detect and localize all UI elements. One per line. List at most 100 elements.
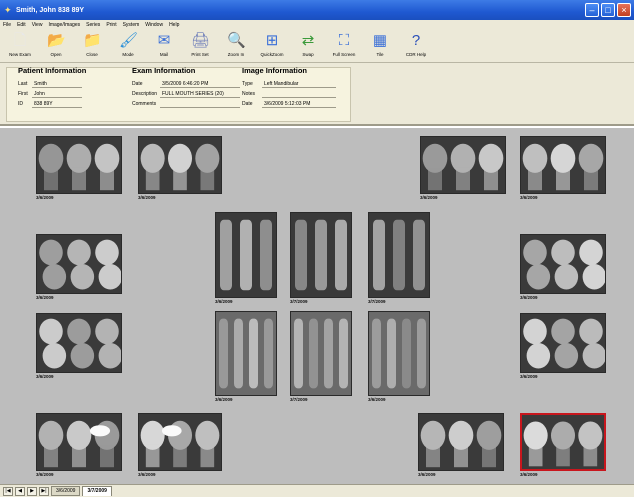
tool-print-set-button[interactable]: 🖨 Print Set (182, 29, 218, 63)
app-icon: ✦ (4, 4, 12, 15)
xray-image[interactable] (36, 313, 122, 373)
maximize-button[interactable]: □ (601, 3, 615, 17)
tab-3-6-2009[interactable]: 3/6/2009 (51, 486, 81, 496)
patient-value-id: 838 89Y (32, 100, 82, 108)
patient-label-id: ID (18, 101, 23, 107)
xray-date-label: 3/6/2009 (418, 472, 436, 477)
tool-swap-button[interactable]: ⇄ Swap (290, 29, 326, 63)
xray-image[interactable] (520, 413, 606, 471)
exam-label-comments: Comments (132, 101, 157, 107)
zoom-in-icon: 🔍 (227, 32, 246, 49)
tool-label: Swap (302, 52, 314, 57)
xray-date-label: 3/6/2009 (36, 472, 54, 477)
menu-imageimages[interactable]: Image/Images (48, 22, 80, 28)
exam-row: Comments (132, 99, 240, 109)
tile-icon: ▦ (372, 32, 388, 49)
tab-3-7-2009[interactable]: 3/7/2009 (82, 486, 112, 496)
menu-file[interactable]: File (3, 22, 11, 28)
xray-image[interactable] (520, 234, 606, 294)
tool-label: Mail (159, 52, 169, 57)
window-title: Smith, John 838 89Y (16, 6, 85, 14)
xray-date-label: 3/6/2009 (420, 195, 438, 200)
xray-image[interactable] (138, 413, 222, 471)
menu-help[interactable]: Help (169, 22, 179, 28)
exam-value-comments (160, 100, 240, 108)
xray-image[interactable] (368, 212, 430, 298)
tool-zoom-in-button[interactable]: 🔍 Zoom In (218, 29, 254, 63)
xray-date-label: 3/6/2009 (368, 397, 386, 402)
patient-row: ID 838 89Y (18, 99, 86, 109)
xray-date-label: 3/7/2009 (290, 397, 308, 402)
tool-close-button[interactable]: 📁 Close (74, 29, 110, 63)
xray-image[interactable] (36, 136, 122, 194)
menu-window[interactable]: Window (145, 22, 163, 28)
xray-date-label: 3/7/2009 (290, 299, 308, 304)
mode-icon: 🖌 (119, 32, 139, 49)
menu-view[interactable]: View (32, 22, 43, 28)
menu-edit[interactable]: Edit (17, 22, 26, 28)
xray-date-label: 3/6/2009 (520, 472, 538, 477)
image-value-date: 3/6/2009 5:12:03 PM (262, 100, 336, 108)
tool-label: Close (86, 52, 98, 57)
xray-image[interactable] (138, 136, 222, 194)
patient-heading: Patient Information (18, 66, 87, 75)
printer-icon: 🖨 (191, 32, 211, 49)
xray-image[interactable] (290, 212, 352, 298)
tool-mode-button[interactable]: 🖌 Mode (110, 29, 146, 63)
tool-open-button[interactable]: 📂 Open (38, 29, 74, 63)
previous-page-button[interactable]: ◀ (15, 486, 25, 496)
minimize-button[interactable]: – (585, 3, 599, 17)
image-value-type: Left Mandibular (262, 80, 336, 88)
tool-quickzoom-button[interactable]: ⊞ QuickZoom (254, 29, 290, 63)
patient-label-last: Last (18, 81, 28, 87)
close-button[interactable]: × (617, 3, 631, 17)
next-page-button[interactable]: ▶ (27, 486, 37, 496)
xray-image[interactable] (368, 311, 430, 396)
tool-label: New Exam (9, 52, 31, 57)
xray-image[interactable] (418, 413, 504, 471)
exam-information: Exam Information Date 3/5/2009 6:46:20 PM… (132, 66, 240, 109)
patient-information: Patient Information Last Smith First John ID… (18, 66, 86, 109)
xray-image[interactable] (520, 313, 606, 373)
xray-image[interactable] (420, 136, 506, 194)
xray-image[interactable] (36, 234, 122, 294)
last-page-button[interactable]: ▶| (39, 486, 49, 496)
patient-value-last: Smith (32, 80, 82, 88)
patient-row: First John (18, 89, 86, 99)
xray-image[interactable] (36, 413, 122, 471)
first-page-button[interactable]: |◀ (3, 486, 13, 496)
exam-label-date: Date (132, 81, 143, 87)
tool-new-exam-button[interactable]: 🗋 New Exam (2, 29, 38, 63)
quickzoom-icon: ⊞ (265, 32, 279, 49)
new-exam-icon: 🗋 (13, 32, 27, 49)
xray-date-label: 3/7/2009 (368, 299, 386, 304)
exam-value-date: 3/5/2009 6:46:20 PM (160, 80, 240, 88)
image-value-notes (262, 90, 336, 98)
xray-image[interactable] (215, 311, 277, 396)
menu-series[interactable]: Series (86, 22, 100, 28)
tool-tile-button[interactable]: ▦ Tile (362, 29, 398, 63)
tool-cdr-help-button[interactable]: ? CDR Help (398, 29, 434, 63)
tool-label: QuickZoom (260, 52, 284, 57)
tool-label: Mode (122, 52, 134, 57)
tool-label: CDR Help (405, 52, 427, 57)
title-bar: ✦ Smith, John 838 89Y – □ × (0, 0, 634, 20)
tool-label: Zoom In (227, 52, 245, 57)
menu-print[interactable]: Print (106, 22, 116, 28)
exam-value-description: FULL MOUTH SERIES (20) (160, 90, 240, 98)
xray-image[interactable] (215, 212, 277, 298)
xray-image[interactable] (290, 311, 352, 396)
menu-system[interactable]: System (123, 22, 140, 28)
tool-mail-button[interactable]: ✉ Mail (146, 29, 182, 63)
tool-label: Print Set (191, 52, 209, 57)
full-screen-icon: ⛶ (338, 32, 350, 49)
xray-image[interactable] (520, 136, 606, 194)
exam-row: Description FULL MOUTH SERIES (20) (132, 89, 240, 99)
image-label-date: Date (242, 101, 253, 107)
tool-full-screen-button[interactable]: ⛶ Full Screen (326, 29, 362, 63)
xray-viewer[interactable]: 3/6/2009 3/6/2009 3/6/2009 3/6/2009 3/6/2009… (0, 128, 634, 484)
image-label-notes: Notes (242, 91, 256, 97)
xray-date-label: 3/6/2009 (138, 472, 156, 477)
xray-date-label: 3/6/2009 (215, 397, 233, 402)
image-row: Notes (242, 89, 336, 99)
